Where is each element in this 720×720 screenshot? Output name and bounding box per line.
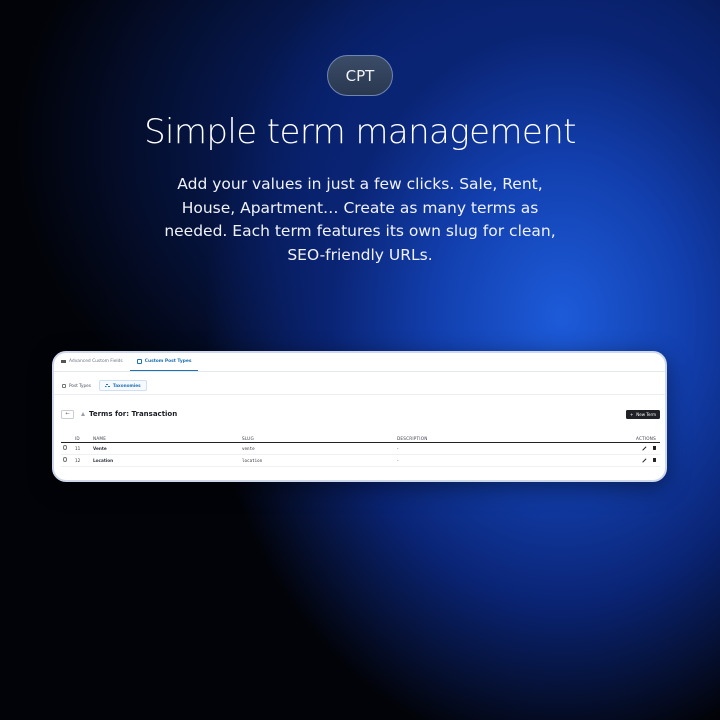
- tab-custom-post-types[interactable]: Custom Post Types: [129, 353, 199, 371]
- cell-name: Location: [93, 454, 242, 467]
- tab-label: Custom Post Types: [144, 358, 192, 364]
- cell-description: -: [397, 442, 630, 455]
- cpt-icon: [136, 358, 142, 364]
- column-header-name[interactable]: NAME: [93, 435, 242, 443]
- plus-icon: +: [629, 411, 634, 417]
- subtab-taxonomies[interactable]: Taxonomies: [98, 380, 147, 391]
- arrow-left-icon: ←: [65, 411, 70, 417]
- cpt-badge: CPT: [327, 55, 393, 96]
- terms-table: ID NAME SLUG DESCRIPTION ACTIONS 11 Vent…: [61, 435, 660, 467]
- headline: Simple term management: [144, 112, 576, 152]
- cell-slug: location: [242, 454, 397, 467]
- list-icon: [61, 359, 66, 364]
- column-header-actions: ACTIONS: [630, 435, 660, 443]
- cell-name: Vente: [93, 442, 242, 455]
- row-checkbox[interactable]: [63, 457, 68, 462]
- cell-id: 12: [75, 454, 93, 467]
- delete-icon[interactable]: [652, 458, 656, 463]
- description-text: Add your values in just a few clicks. Sa…: [164, 175, 556, 264]
- database-icon: [62, 383, 66, 388]
- row-checkbox[interactable]: [63, 445, 68, 450]
- cell-slug: vente: [242, 442, 397, 455]
- delete-icon[interactable]: [652, 446, 656, 451]
- page-title-text: Terms for: Transaction: [89, 410, 178, 418]
- new-term-button[interactable]: + New Term: [625, 409, 660, 419]
- tab-label: Advanced Custom Fields: [69, 359, 123, 364]
- select-all-header: [61, 435, 75, 443]
- subtab-label: Taxonomies: [112, 383, 141, 388]
- edit-icon[interactable]: [641, 446, 647, 452]
- panel-header: ← Terms for: Transaction + New Term: [61, 408, 660, 420]
- table-row: 12 Location location -: [61, 454, 660, 467]
- new-term-label: New Term: [636, 411, 656, 417]
- top-navigation: Advanced Custom Fields Custom Post Types: [54, 353, 665, 372]
- column-header-description: DESCRIPTION: [397, 435, 630, 443]
- cell-id: 11: [75, 442, 93, 455]
- back-button[interactable]: ←: [61, 409, 74, 419]
- page-title: Terms for: Transaction: [81, 410, 177, 418]
- table-header-row: ID NAME SLUG DESCRIPTION ACTIONS: [61, 435, 660, 443]
- screenshot-card: Advanced Custom Fields Custom Post Types…: [52, 351, 667, 482]
- subtab-post-types[interactable]: Post Types: [57, 380, 96, 391]
- taxonomy-icon: [104, 383, 110, 388]
- column-header-slug[interactable]: SLUG: [242, 435, 397, 443]
- cell-description: -: [397, 454, 630, 467]
- table-row: 11 Vente vente -: [61, 442, 660, 455]
- sub-navigation: Post Types Taxonomies: [54, 377, 665, 395]
- tab-advanced-custom-fields[interactable]: Advanced Custom Fields: [54, 353, 130, 371]
- taxonomy-triangle-icon: [81, 412, 85, 416]
- subtab-label: Post Types: [69, 383, 91, 388]
- column-header-id: ID: [75, 435, 93, 443]
- edit-icon[interactable]: [641, 458, 647, 464]
